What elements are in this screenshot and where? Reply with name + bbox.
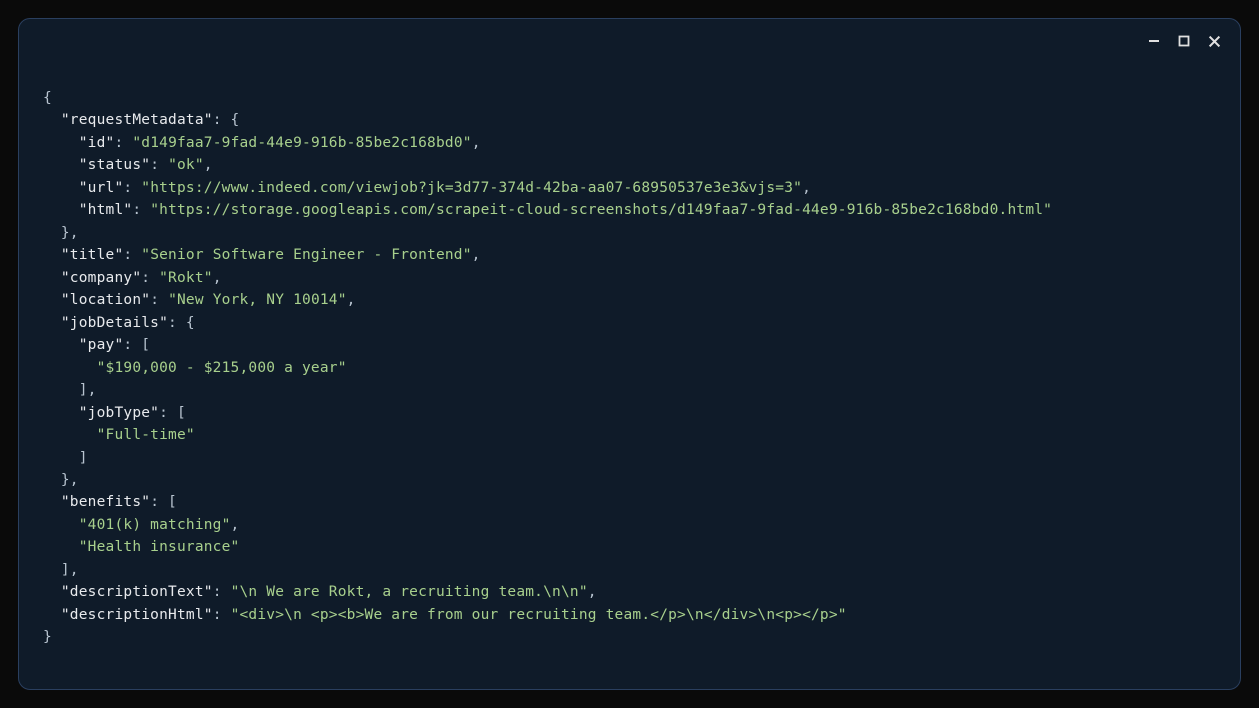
code-line: } — [43, 626, 1216, 648]
code-line: "id": "d149faa7-9fad-44e9-916b-85be2c168… — [43, 132, 1216, 154]
code-token-punct: : [ — [159, 405, 186, 421]
code-token-punct: : — [150, 292, 168, 308]
code-token-punct: , — [213, 270, 222, 286]
code-token-punct: , — [231, 517, 240, 533]
code-line: "url": "https://www.indeed.com/viewjob?j… — [43, 177, 1216, 199]
code-line: }, — [43, 222, 1216, 244]
code-line: "benefits": [ — [43, 491, 1216, 513]
code-line: "401(k) matching", — [43, 514, 1216, 536]
code-line: ], — [43, 379, 1216, 401]
code-token-key: "id" — [79, 135, 115, 151]
code-token-string: "<div>\n <p><b>We are from our recruitin… — [231, 607, 847, 623]
code-token-string: "Health insurance" — [79, 539, 240, 555]
code-line: "company": "Rokt", — [43, 267, 1216, 289]
code-token-string: "New York, NY 10014" — [168, 292, 347, 308]
code-content[interactable]: { "requestMetadata": { "id": "d149faa7-9… — [43, 87, 1216, 649]
code-token-punct: : — [123, 180, 141, 196]
code-token-string: "Full-time" — [97, 427, 195, 443]
code-token-string: "https://www.indeed.com/viewjob?jk=3d77-… — [141, 180, 802, 196]
code-line: { — [43, 87, 1216, 109]
code-token-punct: : [ — [123, 337, 150, 353]
code-line: }, — [43, 469, 1216, 491]
code-token-key: "status" — [79, 157, 150, 173]
code-token-punct: : — [132, 202, 150, 218]
maximize-button[interactable] — [1176, 33, 1192, 49]
code-token-punct: : — [141, 270, 159, 286]
code-token-punct: : — [114, 135, 132, 151]
code-token-punct: : { — [213, 112, 240, 128]
minimize-icon — [1148, 35, 1160, 47]
code-line: "html": "https://storage.googleapis.com/… — [43, 199, 1216, 221]
code-line: "requestMetadata": { — [43, 109, 1216, 131]
code-line: "$190,000 - $215,000 a year" — [43, 357, 1216, 379]
minimize-button[interactable] — [1146, 33, 1162, 49]
code-line: "pay": [ — [43, 334, 1216, 356]
code-token-string: "d149faa7-9fad-44e9-916b-85be2c168bd0" — [132, 135, 471, 151]
code-token-key: "company" — [61, 270, 141, 286]
code-token-punct: , — [802, 180, 811, 196]
code-token-punct: : — [213, 607, 231, 623]
close-button[interactable] — [1206, 33, 1222, 49]
code-line: "descriptionHtml": "<div>\n <p><b>We are… — [43, 604, 1216, 626]
window-controls — [1146, 33, 1222, 49]
code-token-punct: }, — [61, 225, 79, 241]
code-token-punct: : [ — [150, 494, 177, 510]
code-token-punct: , — [472, 135, 481, 151]
code-token-key: "descriptionText" — [61, 584, 213, 600]
maximize-icon — [1178, 35, 1190, 47]
code-token-key: "html" — [79, 202, 133, 218]
code-token-key: "pay" — [79, 337, 124, 353]
code-token-punct: : — [150, 157, 168, 173]
code-line: "descriptionText": "\n We are Rokt, a re… — [43, 581, 1216, 603]
code-token-punct: , — [588, 584, 597, 600]
code-token-punct: ] — [79, 450, 88, 466]
code-token-key: "requestMetadata" — [61, 112, 213, 128]
code-token-string: "$190,000 - $215,000 a year" — [97, 360, 347, 376]
code-token-string: "401(k) matching" — [79, 517, 231, 533]
code-line: "jobType": [ — [43, 402, 1216, 424]
code-token-key: "location" — [61, 292, 150, 308]
code-line: "status": "ok", — [43, 154, 1216, 176]
code-token-punct: } — [43, 629, 52, 645]
code-token-string: "Rokt" — [159, 270, 213, 286]
code-token-string: "https://storage.googleapis.com/scrapeit… — [150, 202, 1052, 218]
code-token-string: "ok" — [168, 157, 204, 173]
code-token-punct: : — [123, 247, 141, 263]
code-token-punct: , — [472, 247, 481, 263]
terminal-window: { "requestMetadata": { "id": "d149faa7-9… — [18, 18, 1241, 690]
code-token-punct: : — [213, 584, 231, 600]
code-token-string: "Senior Software Engineer - Frontend" — [141, 247, 471, 263]
code-line: "title": "Senior Software Engineer - Fro… — [43, 244, 1216, 266]
code-line: "location": "New York, NY 10014", — [43, 289, 1216, 311]
code-token-key: "benefits" — [61, 494, 150, 510]
code-token-punct: ], — [79, 382, 97, 398]
code-line: "Health insurance" — [43, 536, 1216, 558]
code-token-punct: { — [43, 90, 52, 106]
code-token-key: "descriptionHtml" — [61, 607, 213, 623]
code-token-punct: , — [347, 292, 356, 308]
code-line: "Full-time" — [43, 424, 1216, 446]
code-token-key: "title" — [61, 247, 124, 263]
code-token-key: "jobType" — [79, 405, 159, 421]
code-token-punct: , — [204, 157, 213, 173]
code-token-key: "jobDetails" — [61, 315, 168, 331]
code-line: "jobDetails": { — [43, 312, 1216, 334]
code-token-string: "\n We are Rokt, a recruiting team.\n\n" — [231, 584, 588, 600]
close-icon — [1208, 35, 1221, 48]
code-line: ], — [43, 559, 1216, 581]
code-line: ] — [43, 447, 1216, 469]
code-token-punct: }, — [61, 472, 79, 488]
code-token-punct: ], — [61, 562, 79, 578]
code-token-key: "url" — [79, 180, 124, 196]
code-token-punct: : { — [168, 315, 195, 331]
